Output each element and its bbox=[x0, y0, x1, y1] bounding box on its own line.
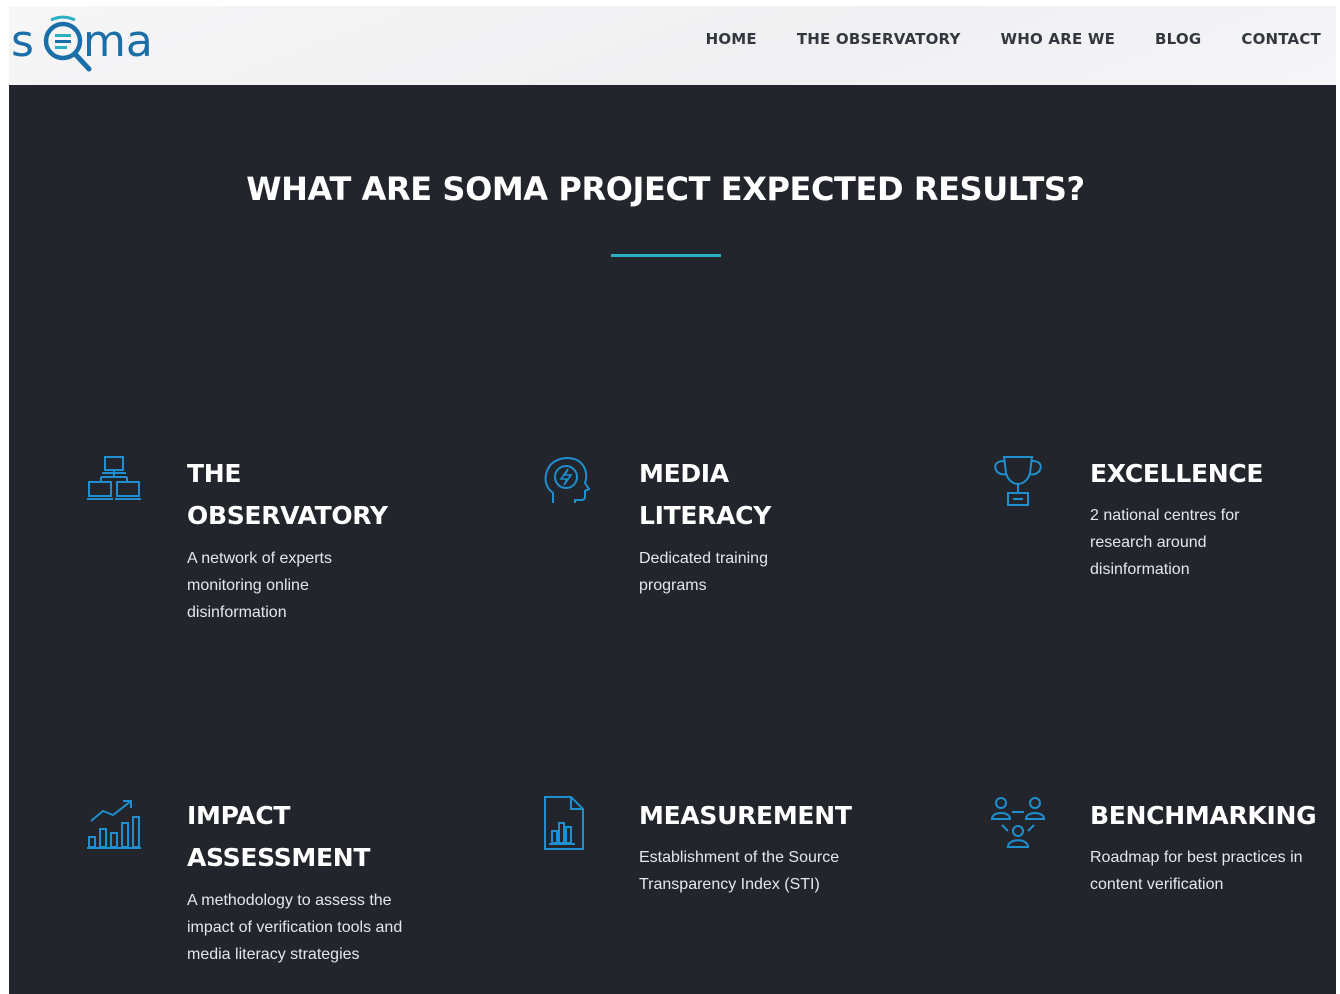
card-media-literacy: MEDIA LITERACY Dedicated training program… bbox=[539, 453, 959, 603]
card-observatory: THE OBSERVATORY A network of experts moni… bbox=[87, 453, 507, 633]
card-title: EXCELLENCE bbox=[1090, 459, 1264, 488]
nav-item-contact[interactable]: CONTACT bbox=[1241, 28, 1321, 50]
brain-head-icon bbox=[539, 453, 595, 509]
network-icon bbox=[87, 453, 143, 509]
card-benchmarking: BENCHMARKING Roadmap for best practices … bbox=[990, 795, 1336, 915]
card-description: A network of experts monitoring online d… bbox=[187, 550, 332, 621]
card-description: Establishment of the Source Transparency… bbox=[639, 849, 840, 893]
card-title: BENCHMARKING bbox=[1090, 801, 1317, 830]
card-title: MEASUREMENT bbox=[639, 801, 852, 830]
card-excellence: EXCELLENCE 2 national centres for resear… bbox=[990, 453, 1336, 593]
nav-item-the-observatory[interactable]: THE OBSERVATORY bbox=[797, 28, 961, 50]
trophy-icon bbox=[990, 453, 1046, 509]
nav-item-home[interactable]: HOME bbox=[706, 28, 757, 50]
card-description: A methodology to assess the impact of ve… bbox=[187, 892, 403, 963]
card-measurement: MEASUREMENT Establishment of the Source … bbox=[539, 795, 959, 915]
site-header: s ma soma HOME THE OBSERVATORY WHO ARE W… bbox=[9, 6, 1336, 85]
card-impact-assessment: IMPACT ASSESSMENT A methodology to assess… bbox=[87, 795, 507, 994]
card-title: MEDIA LITERACY bbox=[639, 459, 772, 530]
card-description: 2 national centres for research around d… bbox=[1090, 507, 1240, 578]
logo-icon: s ma bbox=[11, 15, 153, 72]
nav-item-who-are-we[interactable]: WHO ARE WE bbox=[1001, 28, 1116, 50]
svg-text:s: s bbox=[11, 16, 34, 67]
nav-item-blog[interactable]: BLOG bbox=[1155, 28, 1201, 50]
main-nav: HOME THE OBSERVATORY WHO ARE WE BLOG CON… bbox=[706, 28, 1321, 50]
title-divider bbox=[611, 254, 721, 257]
card-description: Roadmap for best practices in content ve… bbox=[1090, 849, 1303, 893]
people-group-icon bbox=[990, 795, 1046, 851]
section-title: WHAT ARE SOMA PROJECT EXPECTED RESULTS? bbox=[246, 170, 1085, 208]
page-frame: s ma soma HOME THE OBSERVATORY WHO ARE W… bbox=[9, 6, 1336, 994]
svg-text:ma: ma bbox=[83, 16, 153, 67]
logo[interactable]: s ma soma bbox=[11, 8, 163, 74]
results-section: WHAT ARE SOMA PROJECT EXPECTED RESULTS? bbox=[9, 85, 1336, 994]
chart-growth-icon bbox=[87, 795, 143, 851]
card-title: IMPACT ASSESSMENT bbox=[187, 801, 371, 872]
card-description: Dedicated training programs bbox=[639, 550, 768, 594]
document-chart-icon bbox=[539, 795, 595, 851]
card-title: THE OBSERVATORY bbox=[187, 459, 388, 530]
